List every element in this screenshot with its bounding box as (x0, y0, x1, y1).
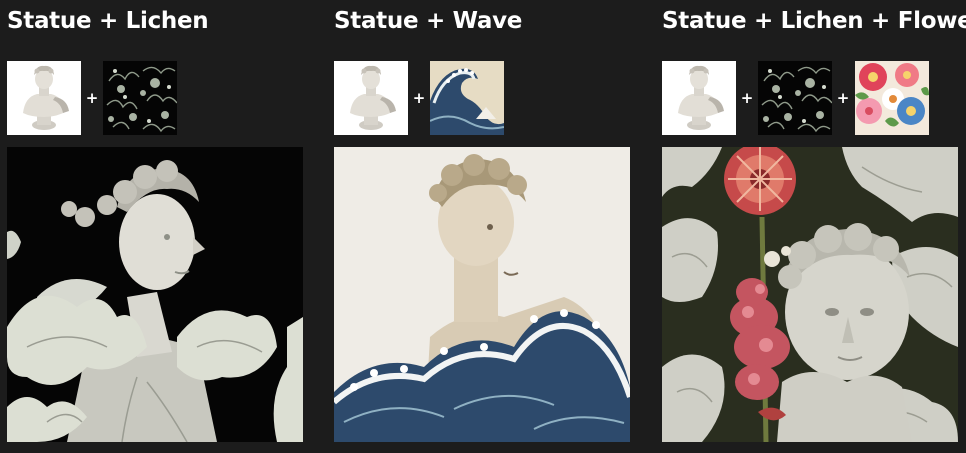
statue-input-thumbnail[interactable] (7, 61, 81, 135)
statue-lichen-flowers-result-image[interactable] (662, 147, 958, 442)
wave-input-thumbnail[interactable] (430, 61, 504, 135)
flowers-input-thumbnail[interactable] (855, 61, 929, 135)
panel-title: Statue + Wave (334, 8, 523, 34)
panel-title: Statue + Lichen + Flowers (662, 8, 966, 34)
plus-sign: + (85, 89, 99, 107)
panel-title: Statue + Lichen (7, 8, 209, 34)
plus-sign: + (836, 89, 850, 107)
panel-statue-lichen: Statue + Lichen + (7, 0, 303, 453)
panel-statue-wave: Statue + Wave + (334, 0, 630, 453)
statue-lichen-result-image[interactable] (7, 147, 303, 442)
statue-wave-result-image[interactable] (334, 147, 630, 442)
plus-sign: + (412, 89, 426, 107)
statue-input-thumbnail[interactable] (662, 61, 736, 135)
plus-sign: + (740, 89, 754, 107)
lichen-input-thumbnail[interactable] (758, 61, 832, 135)
panel-statue-lichen-flowers: Statue + Lichen + Flowers + + (662, 0, 966, 453)
lichen-input-thumbnail[interactable] (103, 61, 177, 135)
statue-input-thumbnail[interactable] (334, 61, 408, 135)
